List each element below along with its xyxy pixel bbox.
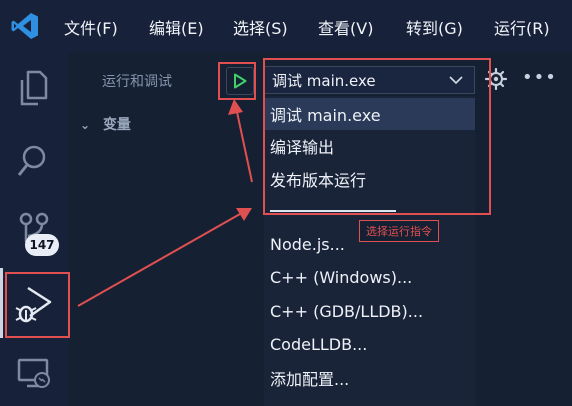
annotation-tooltip: 选择运行指令 bbox=[359, 220, 439, 242]
variables-label: 变量 bbox=[102, 117, 131, 133]
menu-run[interactable]: 运行(R) bbox=[494, 15, 550, 39]
dropdown-item-add-config[interactable]: 添加配置... bbox=[264, 362, 475, 394]
highlight-run-debug bbox=[5, 272, 70, 338]
dropdown-item-codelldb[interactable]: CodeLLDB... bbox=[264, 328, 475, 360]
vscode-logo-icon bbox=[11, 13, 38, 39]
sidebar-title: 运行和调试 bbox=[102, 74, 172, 90]
files-icon bbox=[20, 70, 48, 106]
activity-search[interactable] bbox=[0, 142, 68, 180]
menu-selection[interactable]: 选择(S) bbox=[233, 15, 288, 39]
chevron-down-icon: ⌄ bbox=[80, 118, 91, 132]
menu-file[interactable]: 文件(F) bbox=[64, 15, 118, 39]
menu-go[interactable]: 转到(G) bbox=[406, 15, 463, 39]
dropdown-item-cpp-gdb[interactable]: C++ (GDB/LLDB)... bbox=[264, 295, 475, 327]
search-icon bbox=[17, 145, 46, 176]
menu-view[interactable]: 查看(V) bbox=[318, 15, 373, 39]
dropdown-item-cpp-windows[interactable]: C++ (Windows)... bbox=[264, 261, 475, 293]
source-control-badge: 147 bbox=[25, 234, 59, 256]
menu-edit[interactable]: 编辑(E) bbox=[149, 15, 204, 39]
menu-bar: 文件(F) 编辑(E) 选择(S) 查看(V) 转到(G) 运行(R) bbox=[0, 0, 572, 52]
highlight-config-dropdown bbox=[263, 58, 491, 215]
activity-explorer[interactable] bbox=[0, 68, 68, 108]
variables-section[interactable]: ⌄ 变量 bbox=[80, 114, 131, 134]
ellipsis-icon[interactable]: ••• bbox=[522, 67, 557, 88]
activity-remote-explorer[interactable] bbox=[0, 356, 68, 390]
highlight-run-button bbox=[218, 62, 256, 100]
remote-explorer-icon bbox=[17, 358, 50, 388]
